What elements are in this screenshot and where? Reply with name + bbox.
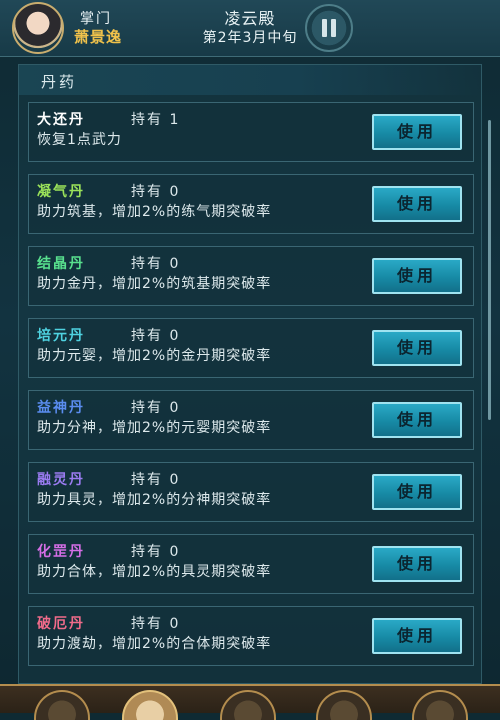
use-button[interactable]: 使用 (372, 618, 462, 654)
player-name: 萧景逸 (74, 28, 123, 46)
section-header: 丹药 (19, 65, 481, 95)
pill-item: 凝气丹 持有 0 助力筑基，增加2%的练气期突破率 使用 (28, 174, 474, 234)
use-button[interactable]: 使用 (372, 186, 462, 222)
pill-description: 助力合体，增加2%的具灵期突破率 (37, 564, 272, 580)
pill-count: 持有 0 (131, 256, 181, 272)
pill-description: 助力渡劫，增加2%的合体期突破率 (37, 636, 272, 652)
pill-count: 持有 1 (131, 112, 181, 128)
pill-name: 凝气丹 (37, 184, 85, 200)
pill-description: 恢复1点武力 (37, 132, 122, 148)
pill-name: 化罡丹 (37, 544, 85, 560)
pill-count: 持有 0 (131, 616, 181, 632)
pill-description: 助力分神，增加2%的元婴期突破率 (37, 420, 272, 436)
pill-item: 融灵丹 持有 0 助力具灵，增加2%的分神期突破率 使用 (28, 462, 474, 522)
pill-count: 持有 0 (131, 472, 181, 488)
pill-count: 持有 0 (131, 184, 181, 200)
use-button[interactable]: 使用 (372, 546, 462, 582)
pill-name: 大还丹 (37, 112, 85, 128)
pill-item: 培元丹 持有 0 助力元婴，增加2%的金丹期突破率 使用 (28, 318, 474, 378)
pill-item: 益神丹 持有 0 助力分神，增加2%的元婴期突破率 使用 (28, 390, 474, 450)
pill-item: 化罡丹 持有 0 助力合体，增加2%的具灵期突破率 使用 (28, 534, 474, 594)
pill-name: 融灵丹 (37, 472, 85, 488)
location-title: 凌云殿 (224, 9, 276, 28)
pill-name: 结晶丹 (37, 256, 85, 272)
pause-icon (322, 19, 327, 37)
use-button[interactable]: 使用 (372, 114, 462, 150)
use-button[interactable]: 使用 (372, 474, 462, 510)
use-button[interactable]: 使用 (372, 330, 462, 366)
pill-description: 助力具灵，增加2%的分神期突破率 (37, 492, 272, 508)
top-bar: 掌门 萧景逸 凌云殿 第2年3月中旬 (0, 0, 500, 57)
pill-name: 破厄丹 (37, 616, 85, 632)
pause-button[interactable] (305, 4, 353, 52)
pill-item: 破厄丹 持有 0 助力渡劫，增加2%的合体期突破率 使用 (28, 606, 474, 666)
pill-description: 助力筑基，增加2%的练气期突破率 (37, 204, 272, 220)
section-title: 丹药 (41, 73, 78, 91)
avatar[interactable] (12, 2, 64, 54)
pill-count: 持有 0 (131, 544, 181, 560)
use-button[interactable]: 使用 (372, 402, 462, 438)
pill-name: 益神丹 (37, 400, 85, 416)
scrollbar[interactable] (488, 120, 491, 420)
player-role: 掌门 (80, 11, 112, 27)
use-button[interactable]: 使用 (372, 258, 462, 294)
pill-count: 持有 0 (131, 328, 181, 344)
pill-description: 助力元婴，增加2%的金丹期突破率 (37, 348, 272, 364)
pill-item: 结晶丹 持有 0 助力金丹，增加2%的筑基期突破率 使用 (28, 246, 474, 306)
pill-item: 大还丹 持有 1 恢复1点武力 使用 (28, 102, 474, 162)
pill-description: 助力金丹，增加2%的筑基期突破率 (37, 276, 272, 292)
pill-count: 持有 0 (131, 400, 181, 416)
pill-name: 培元丹 (37, 328, 85, 344)
